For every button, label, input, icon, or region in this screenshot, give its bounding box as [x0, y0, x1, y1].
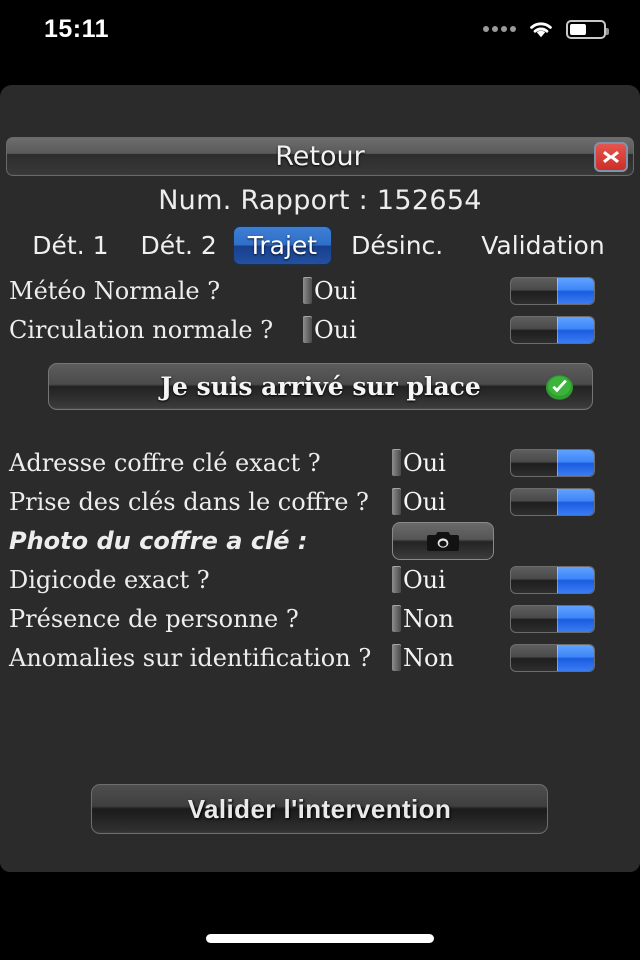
row-value: Non: [403, 604, 454, 633]
tab-desinc[interactable]: Désinc.: [332, 227, 462, 264]
wifi-icon: [530, 22, 552, 38]
report-number: Num. Rapport : 152654: [158, 185, 482, 216]
row-label: Circulation normale ?: [9, 315, 274, 344]
form-row-photo-coffre: Photo du coffre a clé :: [0, 521, 640, 560]
row-value: Oui: [403, 487, 446, 516]
toggle-anomalies[interactable]: [510, 643, 595, 672]
back-button-label: Retour: [275, 141, 365, 172]
form-row-anomalies: Anomalies sur identification ? Non: [0, 638, 640, 677]
back-button[interactable]: Retour: [6, 137, 634, 176]
value-handle[interactable]: [303, 316, 312, 343]
tab-det-2[interactable]: Dét. 2: [125, 227, 233, 264]
toggle-circulation[interactable]: [510, 315, 595, 344]
toggle-adresse-coffre[interactable]: [510, 448, 595, 477]
row-value: Oui: [314, 276, 357, 305]
form-rows: Météo Normale ? Oui Circulation normale …: [0, 271, 640, 677]
form-row-adresse-coffre: Adresse coffre clé exact ? Oui: [0, 443, 640, 482]
value-handle[interactable]: [392, 605, 401, 632]
validate-intervention-button[interactable]: Valider l'intervention: [91, 784, 548, 834]
status-indicators: [483, 19, 609, 39]
toggle-digicode[interactable]: [510, 565, 595, 594]
row-label: Prise des clés dans le coffre ?: [9, 487, 369, 516]
tab-det-1[interactable]: Dét. 1: [16, 227, 124, 264]
camera-button[interactable]: [392, 522, 494, 560]
value-handle[interactable]: [392, 644, 401, 671]
status-time: 15:11: [44, 14, 110, 43]
close-x-icon: [603, 151, 619, 163]
form-row-presence: Présence de personne ? Non: [0, 599, 640, 638]
row-value: Oui: [403, 565, 446, 594]
toggle-meteo[interactable]: [510, 276, 595, 305]
status-bar: 15:11: [0, 0, 640, 58]
form-row-circulation: Circulation normale ? Oui: [0, 310, 640, 349]
form-row-meteo: Météo Normale ? Oui: [0, 271, 640, 310]
row-label: Présence de personne ?: [9, 604, 299, 633]
battery-icon: [566, 19, 609, 39]
row-value: Non: [403, 643, 454, 672]
validate-intervention-label: Valider l'intervention: [187, 793, 452, 824]
row-label: Anomalies sur identification ?: [9, 643, 372, 672]
signal-dots-icon: [483, 26, 516, 32]
row-label: Météo Normale ?: [9, 276, 221, 305]
tab-trajet[interactable]: Trajet: [232, 225, 333, 265]
row-label: Photo du coffre a clé :: [9, 526, 308, 555]
arrived-on-site-button[interactable]: Je suis arrivé sur place: [48, 363, 593, 410]
tab-bar: Dét. 1 Dét. 2 Trajet Désinc. Validation: [0, 225, 640, 265]
form-row-prise-cles: Prise des clés dans le coffre ? Oui: [0, 482, 640, 521]
home-indicator[interactable]: [206, 934, 434, 943]
value-handle[interactable]: [392, 488, 401, 515]
row-label: Digicode exact ?: [9, 565, 210, 594]
tab-validation[interactable]: Validation: [462, 227, 623, 264]
value-handle[interactable]: [303, 277, 312, 304]
row-value: Oui: [314, 315, 357, 344]
toggle-prise-cles[interactable]: [510, 487, 595, 516]
green-check-icon: [546, 375, 573, 400]
form-row-digicode: Digicode exact ? Oui: [0, 560, 640, 599]
toggle-presence[interactable]: [510, 604, 595, 633]
phone-screen: 15:11 Retour Num. Rapport : 152654 Dét. …: [0, 0, 640, 960]
close-button[interactable]: [594, 142, 628, 172]
camera-icon: [427, 532, 459, 551]
row-label: Adresse coffre clé exact ?: [9, 448, 321, 477]
value-handle[interactable]: [392, 449, 401, 476]
row-value: Oui: [403, 448, 446, 477]
app-panel: Retour Num. Rapport : 152654 Dét. 1 Dét.…: [0, 85, 640, 872]
value-handle[interactable]: [392, 566, 401, 593]
arrived-on-site-label: Je suis arrivé sur place: [160, 372, 481, 401]
